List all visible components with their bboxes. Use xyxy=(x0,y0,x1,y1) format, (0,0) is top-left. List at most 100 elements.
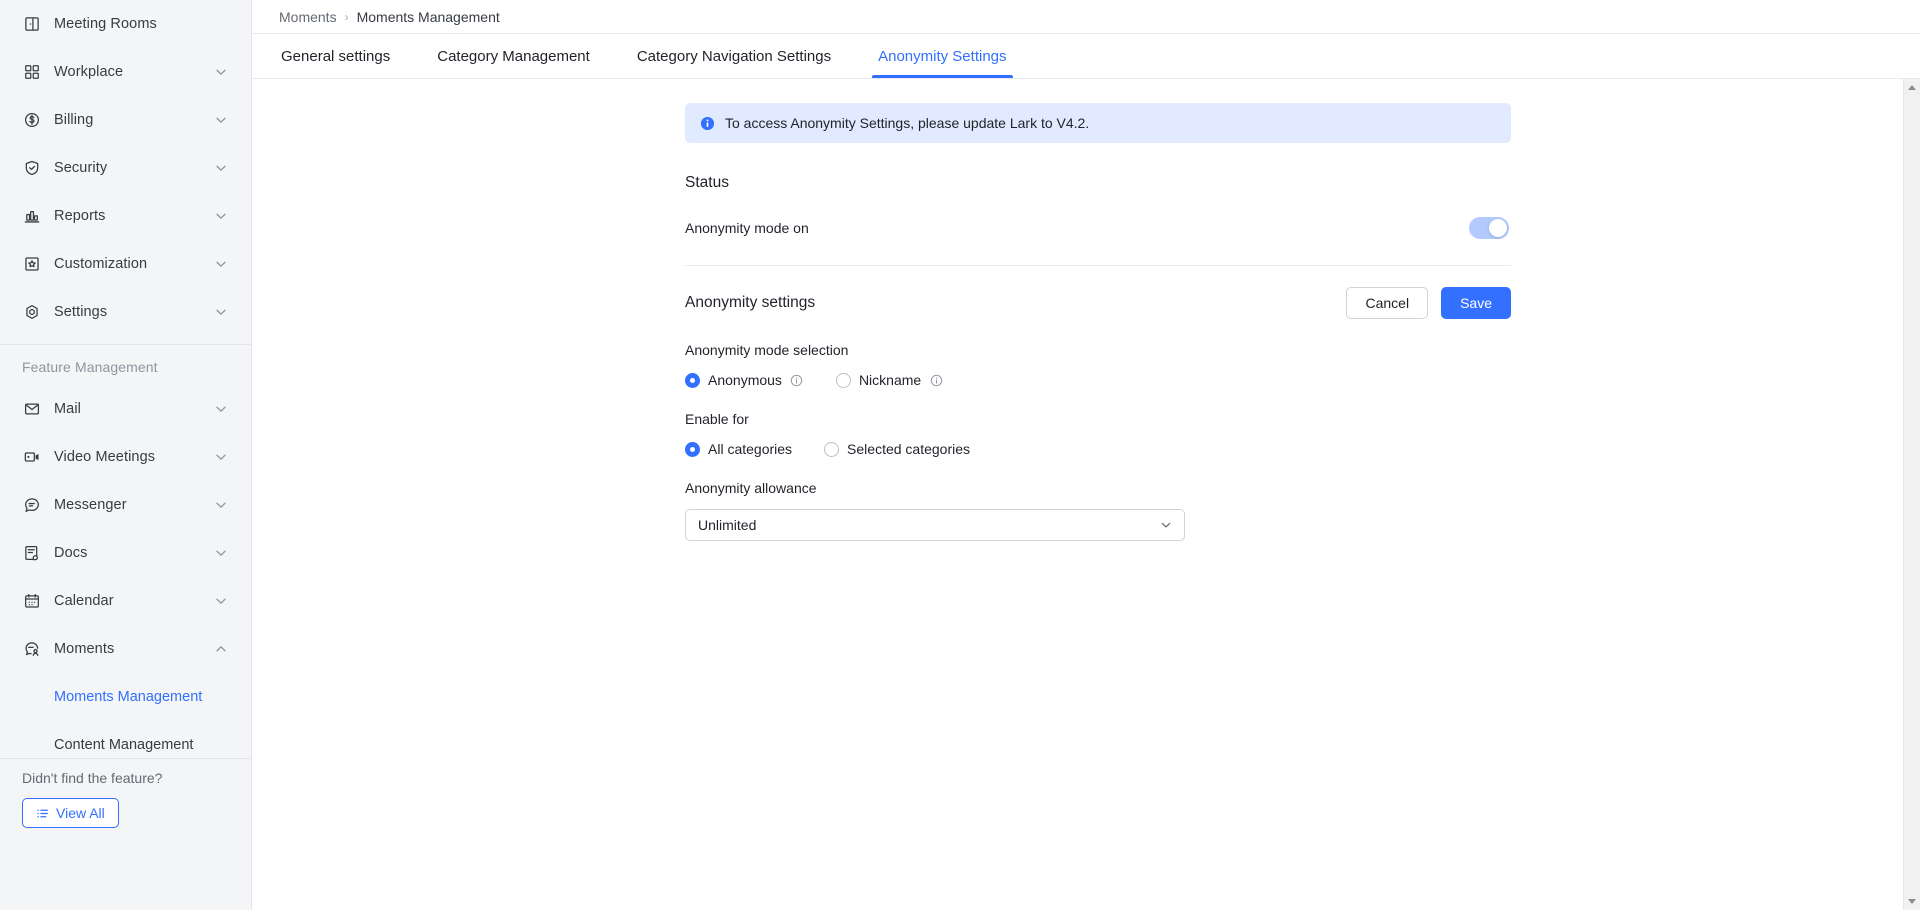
sidebar-item-messenger[interactable]: Messenger xyxy=(0,481,251,529)
info-tooltip-icon[interactable] xyxy=(790,373,804,387)
chevron-down-icon[interactable] xyxy=(213,449,229,465)
chevron-down-icon[interactable] xyxy=(213,497,229,513)
sidebar-item-label: Billing xyxy=(54,112,94,128)
breadcrumb-parent[interactable]: Moments xyxy=(279,9,337,25)
radio-option-selected-categories[interactable]: Selected categories xyxy=(824,441,970,457)
video-meetings-icon xyxy=(22,447,42,467)
view-all-button[interactable]: View All xyxy=(22,798,119,828)
radio-label: Selected categories xyxy=(847,441,971,457)
anonymity-mode-label: Anonymity mode on xyxy=(685,220,809,236)
chevron-down-icon[interactable] xyxy=(213,545,229,561)
vertical-scrollbar[interactable] xyxy=(1903,79,1920,910)
anonymity-mode-selection-label: Anonymity mode selection xyxy=(685,342,849,358)
sidebar-item-label: Customization xyxy=(54,256,148,272)
radio-option-nickname[interactable]: Nickname xyxy=(835,372,943,388)
sidebar-item-settings[interactable]: Settings xyxy=(0,288,251,336)
content-area: To access Anonymity Settings, please upd… xyxy=(252,79,1920,910)
radio-indicator[interactable] xyxy=(685,372,700,388)
radio-option-anonymous[interactable]: Anonymous xyxy=(685,372,804,388)
tab-bar: General settings Category Management Cat… xyxy=(252,33,1920,79)
main-panel: Moments › Moments Management General set… xyxy=(252,0,1920,910)
settings-icon xyxy=(22,302,42,322)
sidebar-item-meeting-rooms[interactable]: Meeting Rooms xyxy=(0,0,251,48)
reports-icon xyxy=(22,206,42,226)
tab-general-settings[interactable]: General settings xyxy=(279,34,392,78)
sidebar-item-reports[interactable]: Reports xyxy=(0,192,251,240)
sidebar-item-label: Calendar xyxy=(54,593,114,609)
cancel-button[interactable]: Cancel xyxy=(1346,287,1429,319)
toggle-knob xyxy=(1489,219,1507,237)
sidebar-item-customization[interactable]: Customization xyxy=(0,240,251,288)
sidebar-item-security[interactable]: Security xyxy=(0,144,251,192)
sidebar-item-label: Video Meetings xyxy=(54,449,156,465)
sidebar-item-label: Meeting Rooms xyxy=(54,16,157,32)
breadcrumb-separator-icon: › xyxy=(344,9,349,24)
enable-for-label: Enable for xyxy=(685,411,749,427)
sidebar-item-moments-management[interactable]: Moments Management xyxy=(0,673,251,721)
tab-label: General settings xyxy=(281,47,391,65)
tab-anonymity-settings[interactable]: Anonymity Settings xyxy=(872,34,1013,78)
chevron-down-icon[interactable] xyxy=(1159,518,1173,532)
chevron-down-icon[interactable] xyxy=(213,593,229,609)
anonymity-allowance-select[interactable]: Unlimited xyxy=(685,509,1185,541)
tab-label: Category Management xyxy=(437,47,590,65)
tab-category-management[interactable]: Category Management xyxy=(435,34,592,78)
list-icon xyxy=(36,807,49,820)
chevron-up-icon[interactable] xyxy=(213,641,229,657)
select-value: Unlimited xyxy=(698,517,757,533)
sidebar-item-label: Messenger xyxy=(54,497,127,513)
info-tooltip-icon[interactable] xyxy=(929,373,943,387)
view-all-label: View All xyxy=(56,805,105,821)
billing-icon xyxy=(22,110,42,130)
radio-label: Nickname xyxy=(858,372,922,388)
settings-form: To access Anonymity Settings, please upd… xyxy=(685,103,1511,541)
anonymity-mode-toggle[interactable] xyxy=(1469,217,1509,239)
radio-indicator[interactable] xyxy=(835,372,851,388)
sidebar-item-video-meetings[interactable]: Video Meetings xyxy=(0,433,251,481)
save-button[interactable]: Save xyxy=(1441,287,1511,319)
info-banner: To access Anonymity Settings, please upd… xyxy=(685,103,1511,143)
sidebar: Meeting Rooms Workplace Billing Security… xyxy=(0,0,252,910)
moments-icon xyxy=(22,639,42,659)
anonymity-allowance-label: Anonymity allowance xyxy=(685,480,817,496)
sidebar-item-workplace[interactable]: Workplace xyxy=(0,48,251,96)
section-divider xyxy=(685,265,1511,266)
chevron-down-icon[interactable] xyxy=(213,160,229,176)
tab-category-navigation-settings[interactable]: Category Navigation Settings xyxy=(635,34,833,78)
security-icon xyxy=(22,158,42,178)
cancel-label: Cancel xyxy=(1365,295,1410,311)
anonymity-settings-header: Anonymity settings Cancel Save xyxy=(685,287,1511,319)
customization-icon xyxy=(22,254,42,274)
sidebar-item-moments[interactable]: Moments xyxy=(0,625,251,673)
radio-indicator[interactable] xyxy=(685,441,700,457)
chevron-down-icon[interactable] xyxy=(213,256,229,272)
breadcrumb: Moments › Moments Management xyxy=(252,0,1920,33)
sidebar-item-billing[interactable]: Billing xyxy=(0,96,251,144)
meeting-rooms-icon xyxy=(22,14,42,34)
sidebar-item-content-management[interactable]: Content Management xyxy=(0,721,251,769)
app-root: Meeting Rooms Workplace Billing Security… xyxy=(0,0,1920,910)
calendar-icon xyxy=(22,591,42,611)
sidebar-item-docs[interactable]: Docs xyxy=(0,529,251,577)
radio-option-all-categories[interactable]: All categories xyxy=(685,441,792,457)
sidebar-item-label: Docs xyxy=(54,545,88,561)
sidebar-item-label: Workplace xyxy=(54,64,124,80)
workplace-icon xyxy=(22,62,42,82)
chevron-down-icon[interactable] xyxy=(213,64,229,80)
chevron-down-icon[interactable] xyxy=(213,208,229,224)
enable-for-radio-group: All categories Selected categories xyxy=(685,441,1511,457)
messenger-icon xyxy=(22,495,42,515)
scroll-up-arrow-icon[interactable] xyxy=(1904,79,1920,96)
sidebar-footer: Didn't find the feature? View All xyxy=(0,770,251,828)
sidebar-item-calendar[interactable]: Calendar xyxy=(0,577,251,625)
sidebar-subitem-label: Moments Management xyxy=(54,689,203,705)
radio-indicator[interactable] xyxy=(824,441,840,457)
chevron-down-icon[interactable] xyxy=(213,112,229,128)
scroll-down-arrow-icon[interactable] xyxy=(1904,893,1920,910)
chevron-down-icon[interactable] xyxy=(213,401,229,417)
chevron-down-icon[interactable] xyxy=(213,304,229,320)
sidebar-subitem-label: Content Management xyxy=(54,737,194,753)
sidebar-item-mail[interactable]: Mail xyxy=(0,385,251,433)
docs-icon xyxy=(22,543,42,563)
sidebar-item-label: Reports xyxy=(54,208,106,224)
